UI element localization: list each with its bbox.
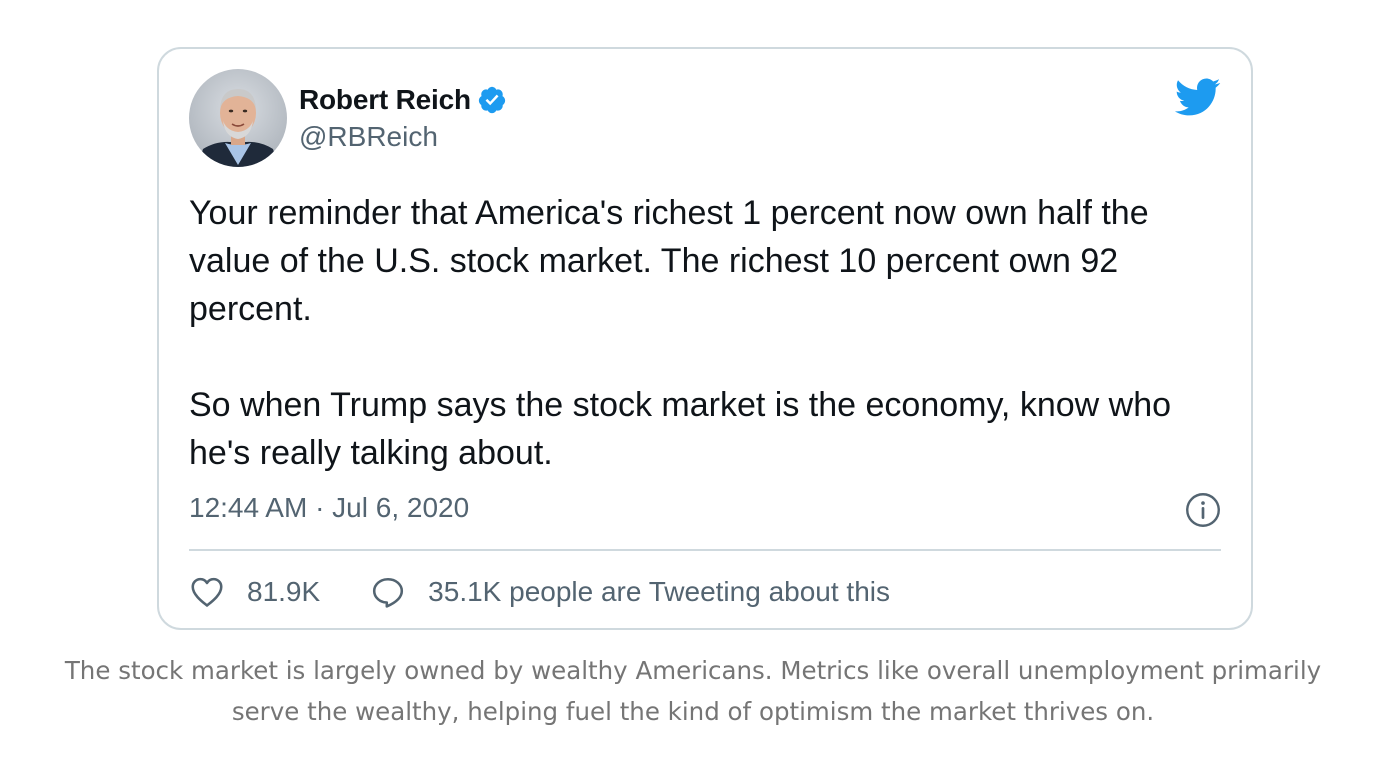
display-name[interactable]: Robert Reich <box>299 84 471 116</box>
avatar[interactable] <box>189 69 287 167</box>
info-icon[interactable] <box>1185 492 1221 528</box>
speech-bubble-icon <box>373 577 404 608</box>
tweet-actions: 81.9K 35.1K people are Tweeting about th… <box>189 571 890 613</box>
author-handle[interactable]: @RBReich <box>299 121 438 153</box>
like-button[interactable]: 81.9K <box>189 574 320 610</box>
tweet-timestamp[interactable]: 12:44 AM · Jul 6, 2020 <box>189 492 469 524</box>
conversation-button[interactable]: 35.1K people are Tweeting about this <box>370 574 890 610</box>
image-caption: The stock market is largely owned by wea… <box>0 650 1386 732</box>
avatar-photo <box>189 69 287 167</box>
tweet-paragraph: So when Trump says the stock market is t… <box>189 386 1172 472</box>
heart-icon <box>191 577 223 607</box>
tweet-paragraph: Your reminder that America's richest 1 p… <box>189 194 1149 328</box>
caption-line: serve the wealthy, helping fuel the kind… <box>231 697 1155 726</box>
caption-line: The stock market is largely owned by wea… <box>64 656 1322 685</box>
tweet-text: Your reminder that America's richest 1 p… <box>189 189 1229 477</box>
embedded-tweet-card[interactable]: Robert Reich @RBReich Your reminder that… <box>157 47 1253 630</box>
author-name-row[interactable]: Robert Reich <box>299 83 507 117</box>
divider <box>189 549 1221 551</box>
twitter-bird-icon[interactable] <box>1173 77 1221 117</box>
verified-badge-icon <box>478 86 505 114</box>
conversation-count: 35.1K people are Tweeting about this <box>428 576 890 607</box>
like-count: 81.9K <box>247 576 321 607</box>
